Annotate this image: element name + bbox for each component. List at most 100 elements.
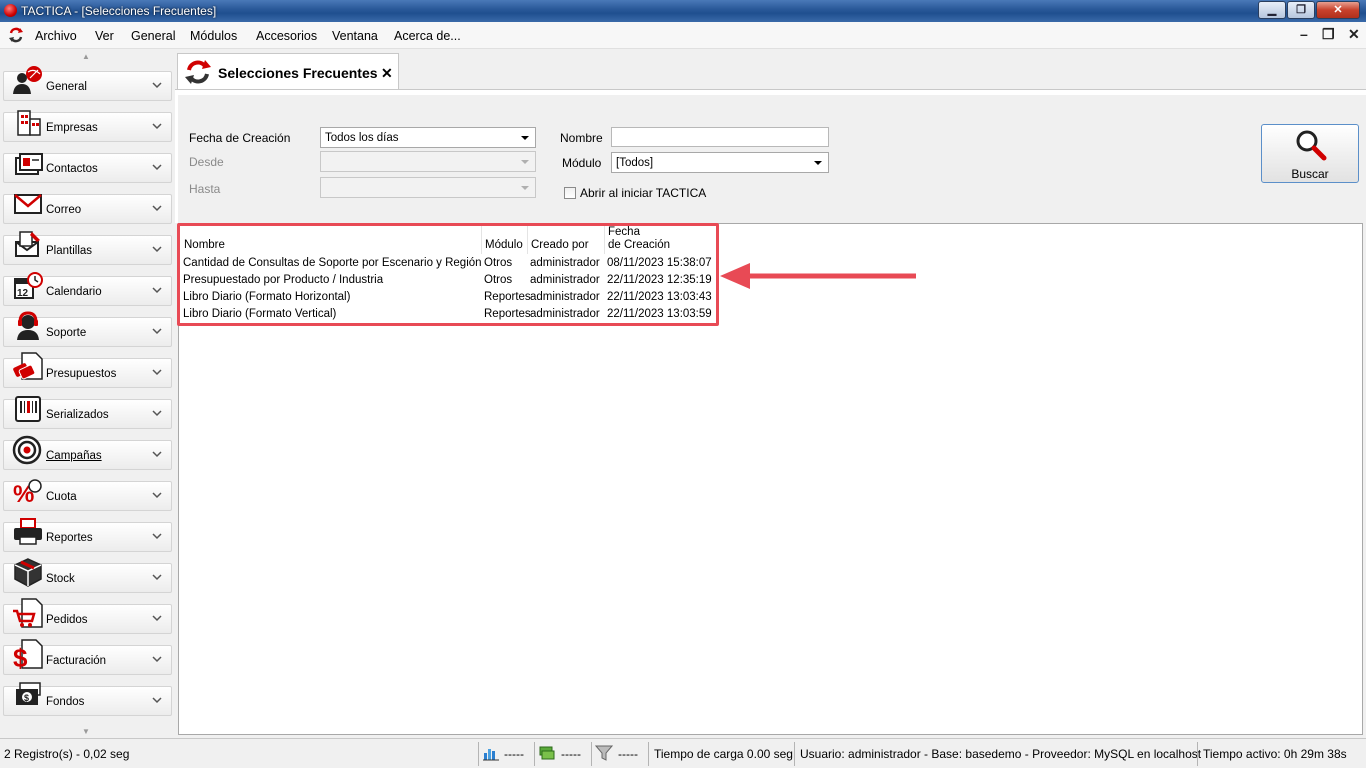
printer-icon [14, 518, 42, 545]
abrir-al-iniciar-checkbox[interactable] [564, 187, 576, 199]
menu-accesorios[interactable]: Accesorios [256, 29, 317, 43]
chevron-down-icon [152, 287, 162, 294]
chevron-down-icon [152, 164, 162, 171]
sidebar-item-presupuestos[interactable]: Presupuestos [3, 352, 172, 388]
status-indicator-2: ----- [561, 747, 581, 761]
chevron-down-icon [152, 369, 162, 376]
menu-bar: Archivo Ver General Módulos Accesorios V… [0, 22, 1366, 49]
sidebar-item-cuota[interactable]: % Cuota [3, 479, 172, 511]
tactica-logo-icon [185, 60, 211, 84]
menu-acerca[interactable]: Acerca de... [394, 29, 461, 43]
nombre-input[interactable] [611, 127, 829, 147]
fecha-creacion-value: Todos los días [325, 132, 399, 144]
status-separator [648, 742, 649, 766]
chevron-down-icon [152, 656, 162, 663]
status-indicator-1: ----- [504, 747, 524, 761]
sidebar-item-facturacion[interactable]: $ Facturación [3, 639, 172, 675]
dropdown-arrow-icon [521, 160, 529, 164]
sidebar-item-label: Soporte [46, 327, 87, 339]
tab-selecciones-frecuentes[interactable]: Selecciones Frecuentes ✕ [177, 53, 399, 89]
sidebar-item-reportes[interactable]: Reportes [3, 518, 172, 552]
chart-icon [483, 749, 499, 761]
template-icon [15, 231, 40, 257]
envelope-icon [14, 194, 42, 214]
abrir-al-iniciar-label: Abrir al iniciar TACTICA [580, 186, 707, 200]
sidebar-item-empresas[interactable]: Empresas [3, 110, 172, 142]
status-separator [1197, 742, 1198, 766]
sidebar-scroll-down-icon[interactable]: ▼ [82, 727, 90, 736]
sidebar-item-label: Calendario [46, 286, 102, 298]
calendar-icon: 12 [14, 272, 43, 299]
sidebar-item-stock[interactable]: Stock [3, 558, 172, 593]
menu-modulos[interactable]: Módulos [190, 29, 237, 43]
sidebar-scroll-up-icon[interactable]: ▲ [82, 52, 90, 61]
sidebar-item-calendario[interactable]: 12 Calendario [3, 272, 172, 306]
chevron-down-icon [152, 574, 162, 581]
desde-date-picker[interactable] [320, 151, 536, 172]
chevron-down-icon [152, 328, 162, 335]
budget-icon [13, 352, 43, 380]
window-title: TACTICA - [Selecciones Frecuentes] [21, 4, 217, 18]
sidebar-item-serializados[interactable]: Serializados [3, 396, 172, 429]
sidebar-item-label: Campañas [46, 450, 102, 462]
menu-ventana[interactable]: Ventana [332, 29, 378, 43]
main-content: Selecciones Frecuentes ✕ Fecha de Creaci… [175, 50, 1366, 738]
menu-archivo[interactable]: Archivo [35, 29, 77, 43]
mdi-minimize-button[interactable]: – [1300, 26, 1308, 42]
sidebar-item-fondos[interactable]: $ Fondos [3, 682, 172, 716]
sidebar-item-plantillas[interactable]: Plantillas [3, 231, 172, 265]
chevron-down-icon [152, 205, 162, 212]
modulo-value: [Todos] [616, 157, 654, 169]
hasta-label: Hasta [189, 182, 221, 196]
sidebar-item-label: General [46, 81, 87, 93]
sidebar-item-label: Pedidos [46, 614, 88, 626]
chevron-down-icon [152, 615, 162, 622]
chevron-down-icon [152, 492, 162, 499]
menu-general[interactable]: General [131, 29, 175, 43]
window-controls: ▁ ❐ ✕ [1257, 1, 1360, 19]
tab-label: Selecciones Frecuentes [218, 65, 378, 81]
money-stack-icon [539, 746, 555, 760]
status-separator [478, 742, 479, 766]
dropdown-arrow-icon [521, 186, 529, 190]
sidebar-item-correo[interactable]: Correo [3, 194, 172, 224]
chevron-down-icon [152, 123, 162, 130]
sidebar-item-campanas[interactable]: Campañas [3, 435, 172, 470]
modulo-select[interactable]: [Todos] [611, 152, 829, 173]
sidebar-item-label: Contactos [46, 163, 98, 175]
sidebar-item-label: Facturación [46, 655, 107, 667]
chevron-down-icon [152, 82, 162, 89]
status-registros: 2 Registro(s) - 0,02 seg [4, 747, 130, 761]
sidebar-item-general[interactable]: General [3, 66, 172, 101]
dropdown-arrow-icon [521, 136, 529, 140]
svg-text:$: $ [13, 643, 28, 670]
annotation-arrow-icon [720, 263, 916, 289]
minimize-button[interactable]: ▁ [1258, 1, 1286, 19]
dropdown-arrow-icon [814, 161, 822, 165]
sidebar-item-soporte[interactable]: Soporte [3, 311, 172, 347]
barcode-icon [15, 396, 41, 422]
mdi-restore-button[interactable]: ❐ [1322, 26, 1335, 43]
sidebar-item-contactos[interactable]: Contactos [3, 153, 172, 183]
menu-ver[interactable]: Ver [95, 29, 114, 43]
status-tiempo-activo: Tiempo activo: 0h 29m 38s [1203, 747, 1347, 761]
svg-text:12: 12 [17, 288, 29, 299]
buscar-button[interactable]: Buscar [1261, 124, 1359, 183]
close-button[interactable]: ✕ [1316, 1, 1360, 19]
status-separator [794, 742, 795, 766]
sidebar-item-label: Cuota [46, 491, 77, 503]
hasta-date-picker[interactable] [320, 177, 536, 198]
desde-label: Desde [189, 155, 224, 169]
maximize-button[interactable]: ❐ [1287, 1, 1315, 19]
money-icon: $ [16, 682, 41, 705]
fecha-creacion-select[interactable]: Todos los días [320, 127, 536, 148]
filter-icon [595, 745, 613, 761]
people-globe-icon [13, 66, 42, 94]
sidebar-item-pedidos[interactable]: Pedidos [3, 598, 172, 634]
tab-close-icon[interactable]: ✕ [381, 65, 393, 82]
status-indicator-3: ----- [618, 747, 638, 761]
sidebar-item-label: Presupuestos [46, 368, 117, 380]
sidebar-item-label: Plantillas [46, 245, 93, 257]
target-icon [12, 435, 42, 465]
mdi-close-button[interactable]: ✕ [1348, 26, 1360, 43]
